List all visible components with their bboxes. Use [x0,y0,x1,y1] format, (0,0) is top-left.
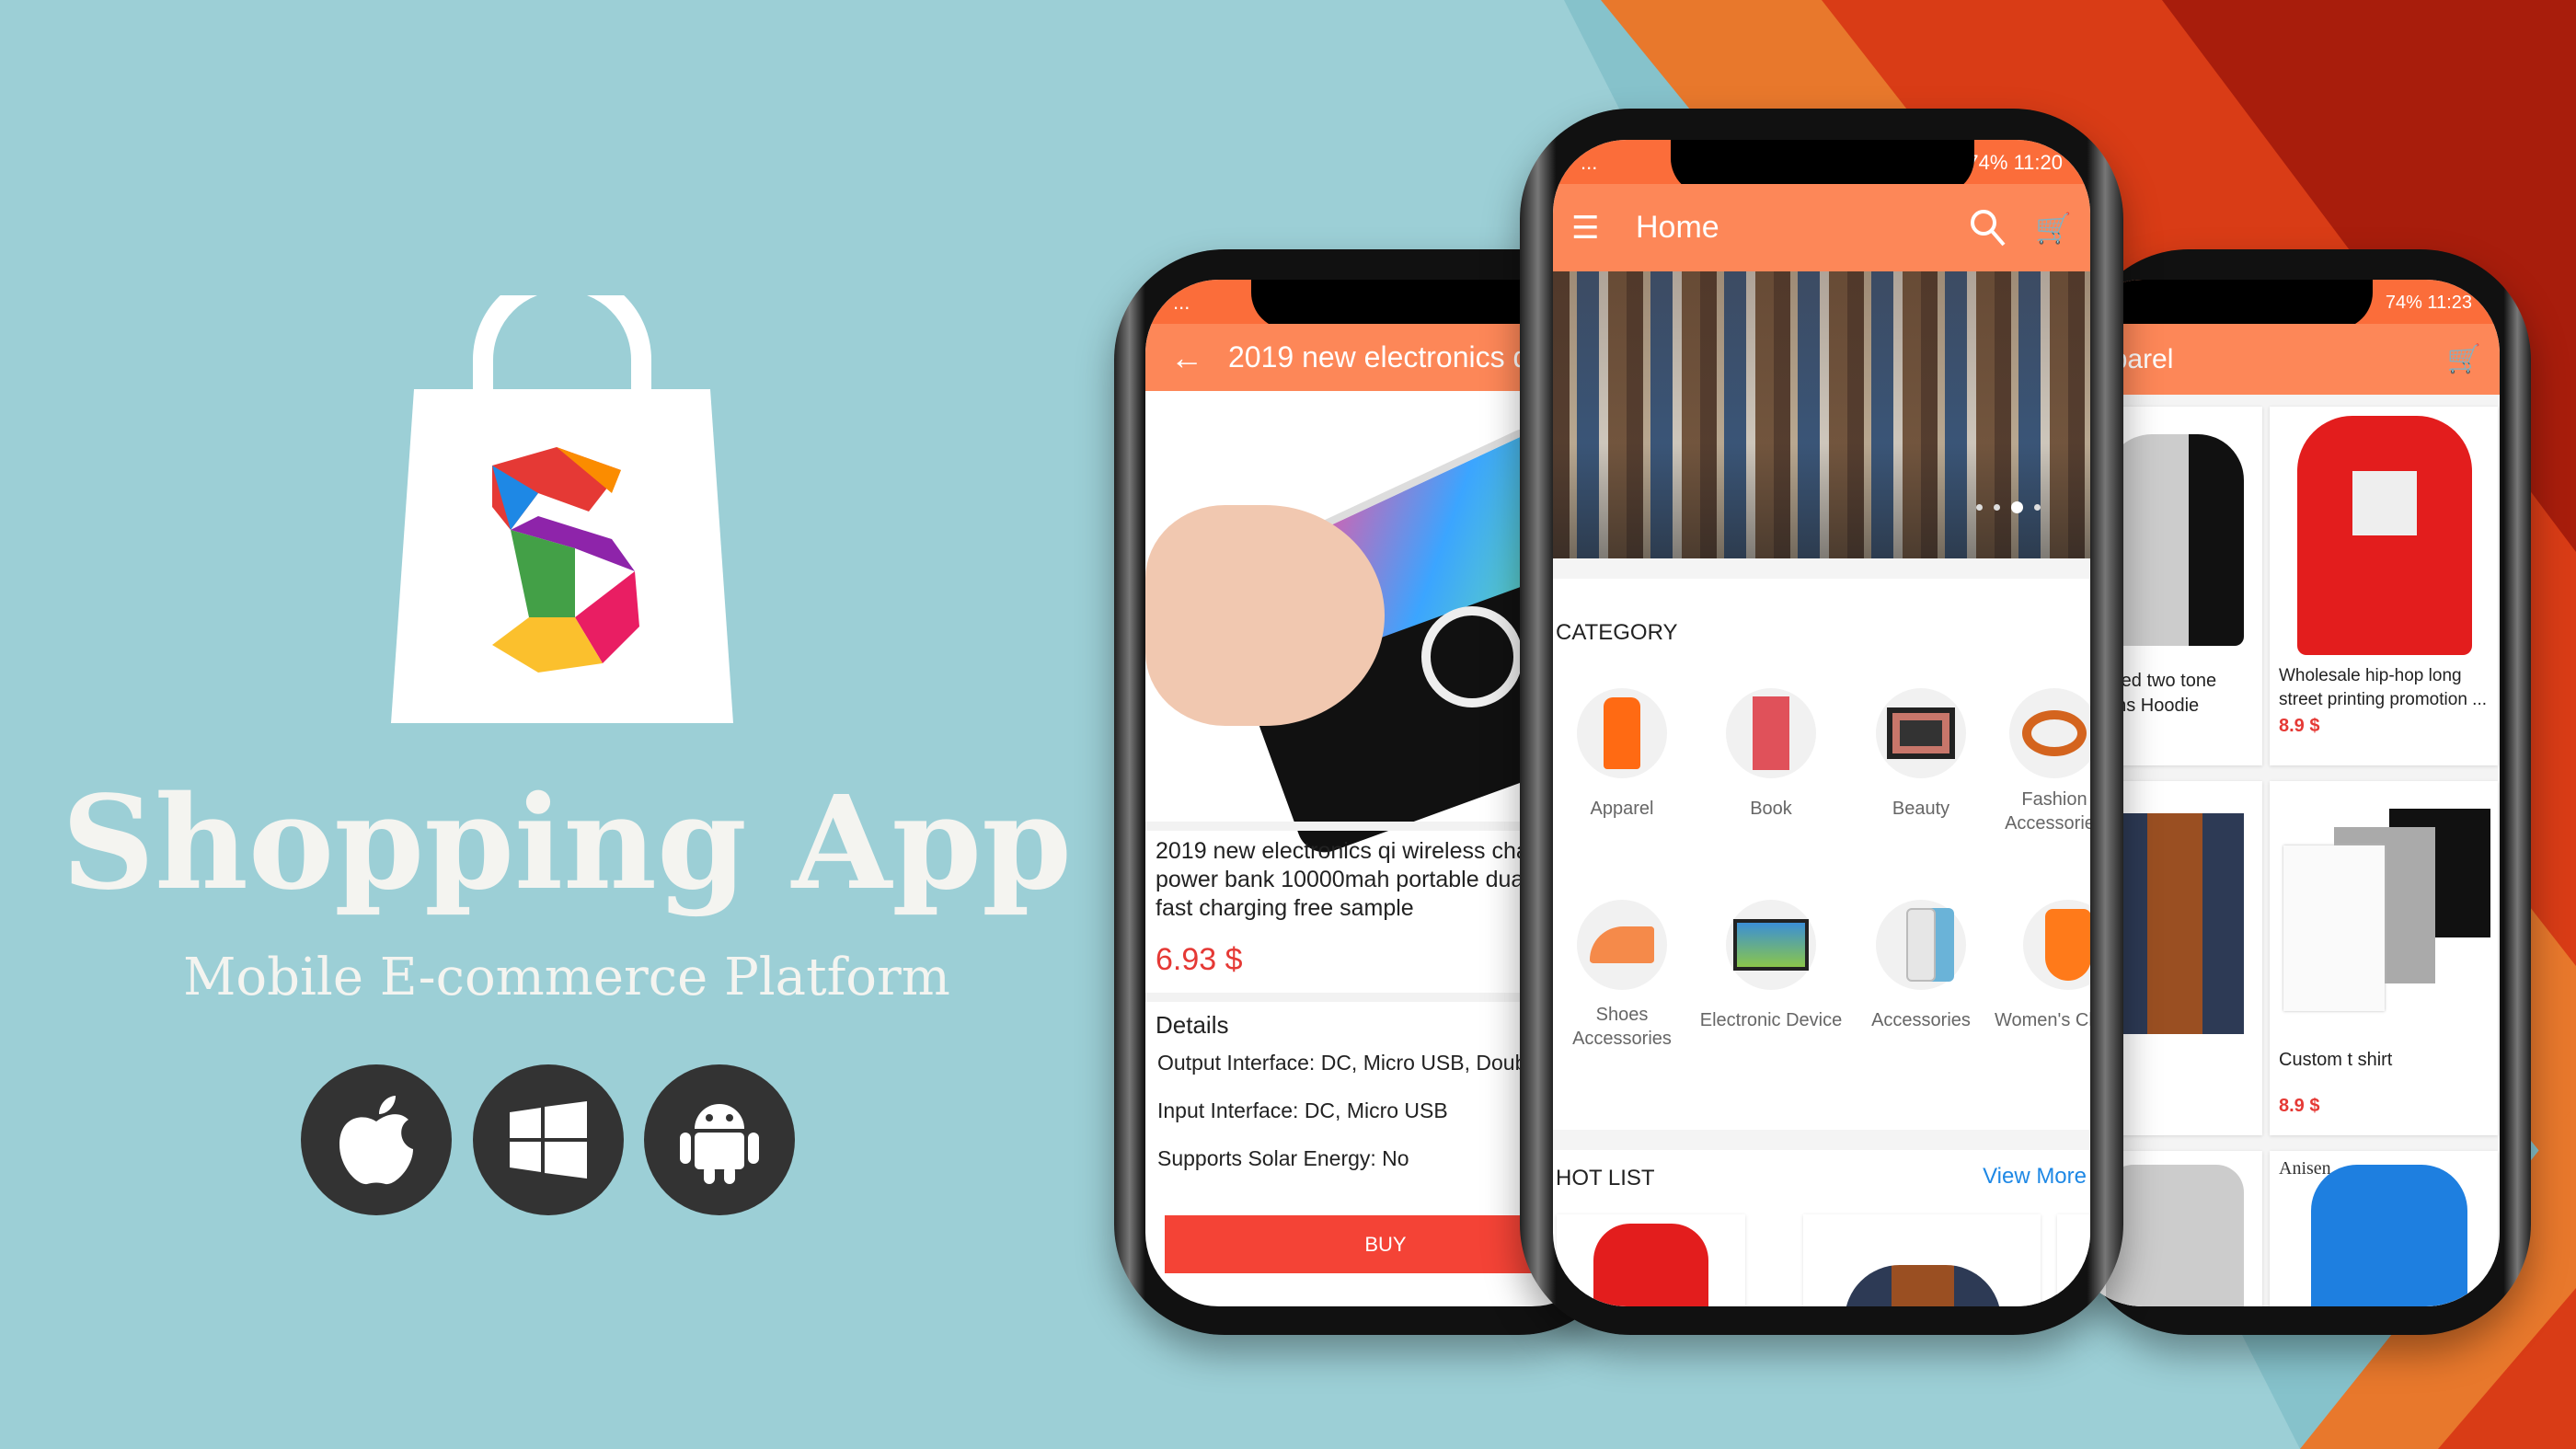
product-price: 8.9 $ [2279,1096,2320,1116]
category-heading: CATEGORY [1556,620,1678,645]
status-time: 74% 11:20 [1967,151,2063,174]
product-title: Wholesale hip-hop long street printing p… [2279,666,2487,709]
promo-title: Shopping App [61,768,1073,919]
hot-list-item[interactable] [2057,1214,2090,1306]
apple-platform-badge [301,1064,452,1215]
product-price: 6.93 $ [1156,942,1243,977]
search-icon[interactable] [1969,208,2006,248]
phone-home: ... 74% 11:20 ☰ Home 🛒 CATEGORY Apparel … [1520,109,2123,1335]
hot-list-heading: HOT LIST [1556,1166,1655,1190]
detail-line: Supports Solar Energy: No [1157,1146,1409,1170]
carousel-indicator[interactable] [1976,501,2041,513]
category-beauty[interactable]: Beauty [1847,688,1995,820]
menu-icon[interactable]: ☰ [1571,210,1636,247]
category-electronic-device[interactable]: Electronic Device [1697,900,1845,1031]
cart-icon[interactable]: 🛒 [2035,211,2072,246]
details-heading: Details [1156,1011,1229,1039]
back-arrow-icon[interactable]: ← [1145,339,1228,377]
app-bar-title: Home [1636,210,1719,245]
category-womens-clothing[interactable]: Women's Clothing [1995,900,2090,1031]
shopping-bag-logo [391,295,733,723]
brand-logo: Anisen [2279,1158,2331,1179]
category-apparel[interactable]: Apparel [1553,688,1696,820]
product-card[interactable]: Wholesale hip-hop long street printing p… [2270,407,2498,765]
hot-list-item[interactable] [1557,1214,1745,1306]
android-platform-badge [644,1064,795,1215]
category-book[interactable]: Book [1697,688,1845,820]
product-price: 8.9 $ [2279,716,2320,736]
app-bar: ☰ Home 🛒 [1553,184,2090,271]
windows-icon [510,1101,587,1179]
category-accessories[interactable]: Accessories [1847,900,1995,1031]
app-bar-title: 2019 new electronics qi [1228,340,1536,374]
detail-line: Input Interface: DC, Micro USB [1157,1098,1448,1122]
product-title: Custom t shirt [2279,1050,2393,1070]
windows-platform-badge [473,1064,624,1215]
hot-list-item[interactable] [1803,1214,2041,1306]
android-icon [680,1104,759,1184]
app-bar: Apparel 🛒 [2069,324,2500,395]
promo-subtitle: Mobile E-commerce Platform [183,948,950,1007]
banner-carousel[interactable] [1553,271,2090,558]
status-icons: ... [1581,151,1598,174]
apparel-screen: 74% 11:23 Apparel 🛒 nted two tone ens Ho… [2069,280,2500,1306]
view-more-link[interactable]: View More [1983,1164,2087,1190]
product-card[interactable]: Custom t shirt 8.9 $ [2270,781,2498,1135]
notch [2106,280,2373,329]
category-fashion-accessories[interactable]: Fashion Accessories [1995,688,2090,835]
status-icons: ... [1173,291,1190,314]
category-shoes-accessories[interactable]: Shoes Accessories [1553,900,1696,1051]
product-card[interactable]: Anisen [2270,1151,2498,1306]
cart-icon[interactable]: 🛒 [2447,343,2481,375]
home-screen: ... 74% 11:20 ☰ Home 🛒 CATEGORY Apparel … [1553,140,2090,1306]
detail-line: Output Interface: DC, Micro USB, Double [1157,1051,1544,1075]
status-time: 74% 11:23 [2385,292,2472,313]
apple-icon [339,1096,413,1185]
phone-apparel: 74% 11:23 Apparel 🛒 nted two tone ens Ho… [2069,249,2531,1335]
